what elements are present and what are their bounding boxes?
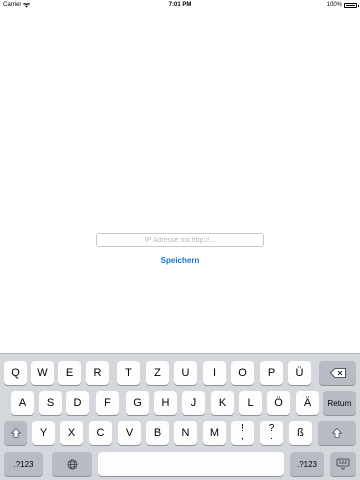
keyboard-dismiss-key[interactable]: [330, 452, 356, 476]
key-a[interactable]: A: [11, 391, 34, 415]
battery-nub: [358, 4, 359, 7]
key-u[interactable]: U: [174, 361, 197, 385]
key-q[interactable]: Q: [4, 361, 27, 385]
numbers-label: .?123: [296, 459, 318, 469]
key-question-period[interactable]: ? .: [260, 421, 283, 445]
key-l[interactable]: L: [239, 391, 262, 415]
keyboard-dismiss-icon: [336, 458, 350, 470]
space-bar[interactable]: [98, 452, 284, 476]
shift-key-left[interactable]: [4, 421, 27, 445]
key-g[interactable]: G: [126, 391, 149, 415]
backspace-key[interactable]: [319, 361, 356, 385]
key-eszett[interactable]: ß: [289, 421, 312, 445]
battery-group: 100%: [326, 2, 359, 8]
battery-fill: [346, 4, 355, 6]
key-m[interactable]: M: [203, 421, 226, 445]
numbers-label: .?123: [13, 459, 34, 469]
status-time: 7:01 PM: [168, 2, 192, 8]
key-s[interactable]: S: [39, 391, 62, 415]
status-bar: Carrier 7:01 PM 100%: [0, 0, 360, 11]
key-p[interactable]: P: [260, 361, 283, 385]
shift-icon: [332, 428, 342, 438]
key-z[interactable]: Z: [146, 361, 169, 385]
return-label: Return: [327, 398, 352, 408]
key-exclaim-comma[interactable]: ! ,: [231, 421, 254, 445]
key-b[interactable]: B: [146, 421, 169, 445]
key-v[interactable]: V: [118, 421, 141, 445]
ip-address-input[interactable]: [96, 233, 264, 247]
key-w[interactable]: W: [31, 361, 54, 385]
key-comma-bottom: ,: [241, 431, 244, 442]
shift-key-right[interactable]: [318, 421, 356, 445]
globe-icon: [67, 459, 78, 470]
return-key[interactable]: Return: [323, 391, 356, 415]
key-j[interactable]: J: [182, 391, 205, 415]
key-h[interactable]: H: [154, 391, 177, 415]
key-ue[interactable]: Ü: [288, 361, 311, 385]
key-t[interactable]: T: [117, 361, 140, 385]
key-c[interactable]: C: [89, 421, 112, 445]
save-button[interactable]: Speichern: [150, 254, 210, 266]
key-o[interactable]: O: [231, 361, 254, 385]
globe-key[interactable]: [52, 452, 92, 476]
battery-icon: [344, 2, 359, 8]
key-f[interactable]: F: [96, 391, 119, 415]
battery-percent: 100%: [326, 2, 342, 8]
key-x[interactable]: X: [60, 421, 83, 445]
shift-icon: [10, 428, 21, 438]
key-period-bottom: .: [270, 431, 273, 442]
key-r[interactable]: R: [86, 361, 109, 385]
key-d[interactable]: D: [66, 391, 89, 415]
key-ae[interactable]: Ä: [296, 391, 319, 415]
keyboard: Q W E R T Z U I O P Ü A S D F G H J K L …: [0, 353, 360, 480]
key-oe[interactable]: Ö: [267, 391, 290, 415]
backspace-icon: [329, 368, 346, 378]
key-i[interactable]: I: [203, 361, 226, 385]
key-y[interactable]: Y: [32, 421, 55, 445]
key-n[interactable]: N: [174, 421, 197, 445]
numbers-key-right[interactable]: .?123: [290, 452, 324, 476]
key-k[interactable]: K: [211, 391, 234, 415]
key-e[interactable]: E: [58, 361, 81, 385]
numbers-key-left[interactable]: .?123: [4, 452, 43, 476]
